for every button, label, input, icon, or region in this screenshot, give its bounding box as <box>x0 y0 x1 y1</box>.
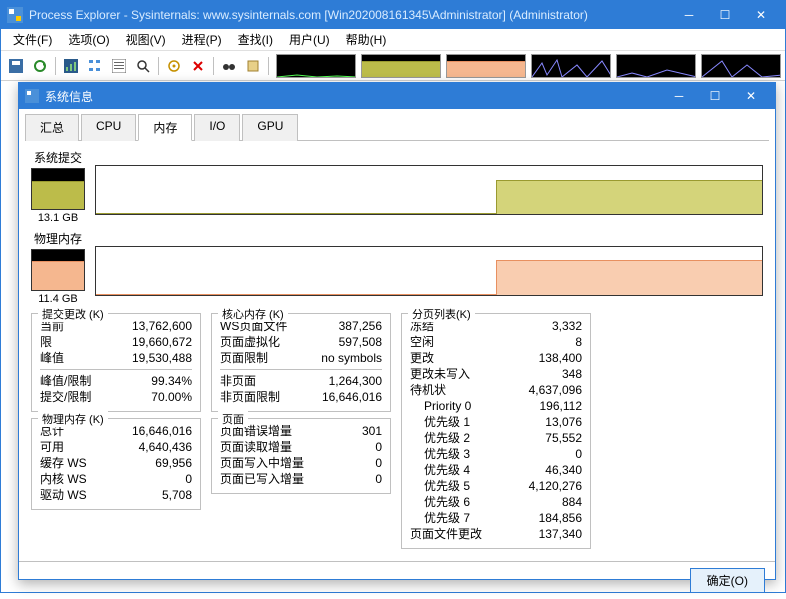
group-commit-change: 提交更改 (K) 当前13,762,600 限19,660,672 峰值19,5… <box>31 313 201 412</box>
toolbar-chart-phys[interactable] <box>446 54 526 78</box>
phys-small-chart: 物理内存 11.4 GB <box>31 230 85 305</box>
dialog-titlebar[interactable]: 系统信息 ─ ☐ ✕ <box>19 83 775 109</box>
close-button[interactable]: ✕ <box>743 2 779 28</box>
toolbar-chart-commit[interactable] <box>361 54 441 78</box>
dialog-tabs: 汇总 CPU 内存 I/O GPU <box>25 113 769 141</box>
toolbar-chart-io1[interactable] <box>531 54 611 78</box>
tab-cpu[interactable]: CPU <box>81 114 136 141</box>
toolbar-chart-cpu[interactable] <box>276 54 356 78</box>
ok-button[interactable]: 确定(O) <box>690 568 765 593</box>
phys-label: 物理内存 <box>34 230 82 247</box>
phys-value: 11.4 GB <box>38 293 78 305</box>
save-icon[interactable] <box>5 55 27 77</box>
tab-io[interactable]: I/O <box>194 114 240 141</box>
toolbar-chart-io2[interactable] <box>616 54 696 78</box>
kill-icon[interactable] <box>187 55 209 77</box>
group-page: 页面 页面错误增量301 页面读取增量0 页面写入中增量0 页面已写入增量0 <box>211 418 391 494</box>
dialog-maximize-button[interactable]: ☐ <box>697 83 733 109</box>
main-titlebar[interactable]: Process Explorer - Sysinternals: www.sys… <box>1 1 785 29</box>
menu-view[interactable]: 视图(V) <box>118 29 174 50</box>
commit-label: 系统提交 <box>34 149 82 166</box>
tree-icon[interactable] <box>84 55 106 77</box>
toolbar-chart-io3[interactable] <box>701 54 781 78</box>
menu-find[interactable]: 查找(I) <box>230 29 281 50</box>
dialog-title: 系统信息 <box>45 88 661 105</box>
sysinfo-icon[interactable] <box>60 55 82 77</box>
menu-options[interactable]: 选项(O) <box>60 29 117 50</box>
menu-help[interactable]: 帮助(H) <box>338 29 395 50</box>
toolbar <box>1 51 785 81</box>
refresh-icon[interactable] <box>29 55 51 77</box>
app-icon <box>7 7 23 23</box>
dialog-close-button[interactable]: ✕ <box>733 83 769 109</box>
group-paging-list: 分页列表(K) 冻结3,332 空闲8 更改138,400 更改未写入348 待… <box>401 313 591 549</box>
menu-users[interactable]: 用户(U) <box>281 29 338 50</box>
menu-file[interactable]: 文件(F) <box>5 29 60 50</box>
menu-process[interactable]: 进程(P) <box>174 29 230 50</box>
minimize-button[interactable]: ─ <box>671 2 707 28</box>
commit-value: 13.1 GB <box>38 212 78 224</box>
tab-gpu[interactable]: GPU <box>242 114 298 141</box>
menubar: 文件(F) 选项(O) 视图(V) 进程(P) 查找(I) 用户(U) 帮助(H… <box>1 29 785 51</box>
group-phys: 物理内存 (K) 总计16,646,016 可用4,640,436 缓存 WS6… <box>31 418 201 510</box>
binoculars-icon[interactable] <box>218 55 240 77</box>
properties-icon[interactable] <box>108 55 130 77</box>
maximize-button[interactable]: ☐ <box>707 2 743 28</box>
tab-summary[interactable]: 汇总 <box>25 114 79 141</box>
main-title: Process Explorer - Sysinternals: www.sys… <box>29 8 671 22</box>
dll-icon[interactable] <box>242 55 264 77</box>
dialog-footer: 确定(O) <box>19 561 775 599</box>
target-icon[interactable] <box>163 55 185 77</box>
sysinfo-dialog: 系统信息 ─ ☐ ✕ 汇总 CPU 内存 I/O GPU 系统提交 13.1 G… <box>18 82 776 580</box>
dialog-body: 系统提交 13.1 GB 物理内存 11.4 GB <box>19 141 775 561</box>
dialog-icon <box>25 89 39 103</box>
find-icon[interactable] <box>132 55 154 77</box>
phys-history-chart <box>95 246 763 296</box>
commit-history-chart <box>95 165 763 215</box>
group-kernel: 核心内存 (K) WS页面文件387,256 页面虚拟化597,508 页面限制… <box>211 313 391 412</box>
commit-small-chart: 系统提交 13.1 GB <box>31 149 85 224</box>
tab-memory[interactable]: 内存 <box>138 114 192 141</box>
dialog-minimize-button[interactable]: ─ <box>661 83 697 109</box>
